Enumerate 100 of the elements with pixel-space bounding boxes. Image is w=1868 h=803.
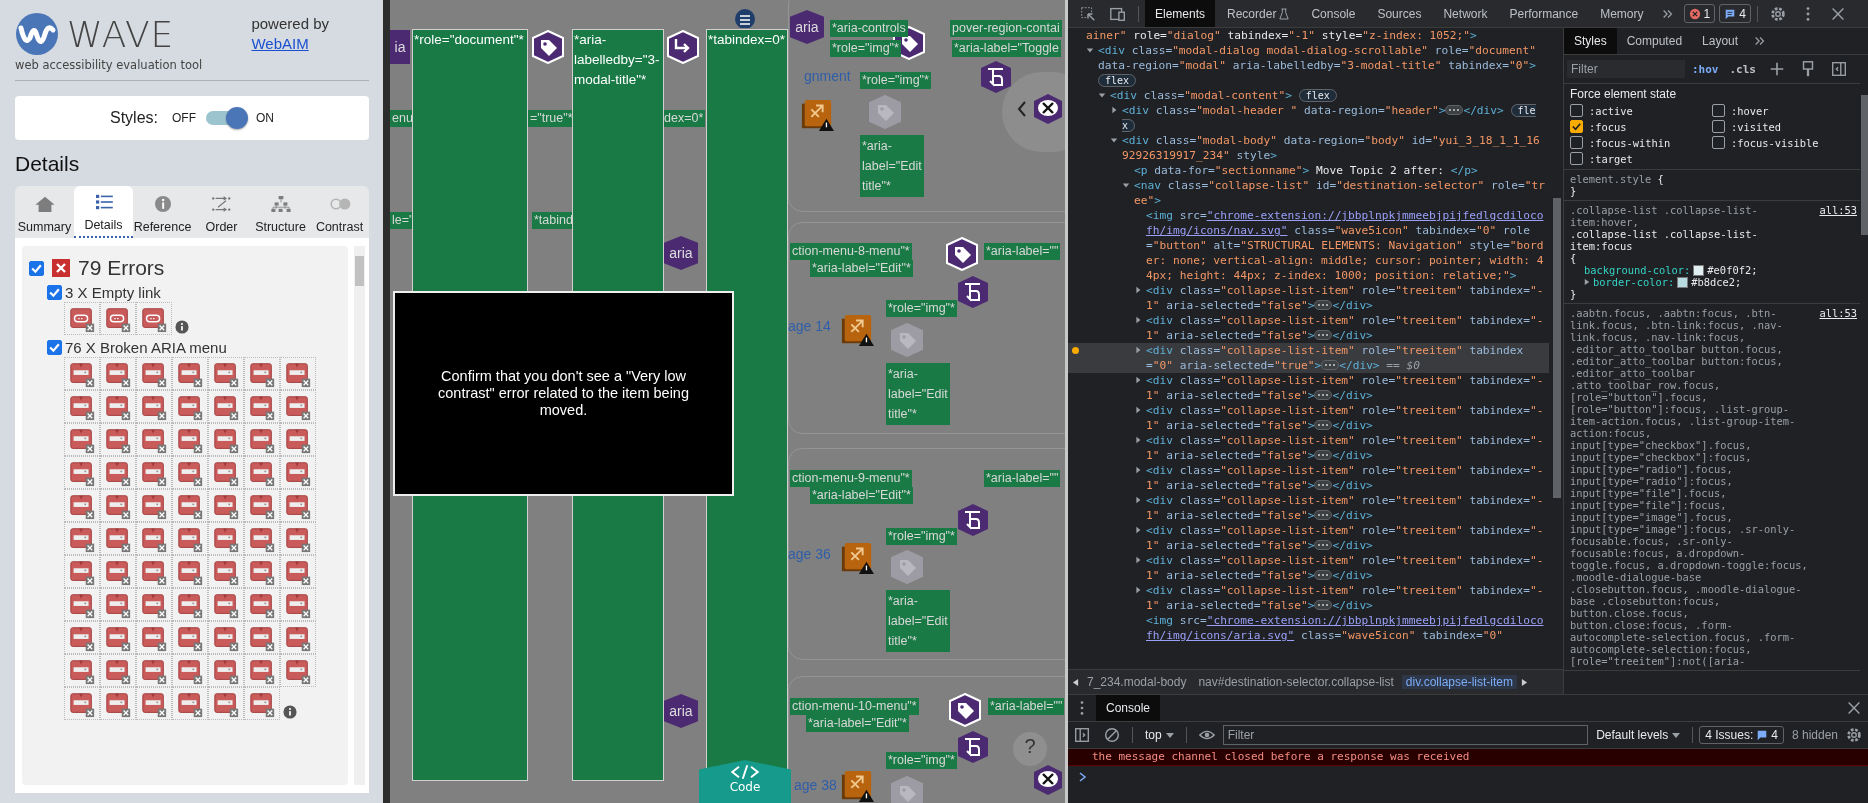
- aria-attribute-label: *role="img"*: [886, 528, 957, 545]
- styles-tab[interactable]: Styles: [1564, 28, 1617, 54]
- dom-node[interactable]: <div class="collapse-list-item" role="treeitem" tabindex="-1" aria-selected="false"> </div>: [1068, 583, 1549, 613]
- levels-dropdown[interactable]: Default levels: [1590, 727, 1687, 743]
- devtools-tab[interactable]: Elements: [1145, 0, 1216, 27]
- help-button[interactable]: ?: [1013, 732, 1047, 766]
- devtools-tab[interactable]: Network: [1433, 0, 1498, 27]
- panel-tab[interactable]: Reference: [133, 186, 192, 238]
- dom-node[interactable]: <div class="collapse-list-item" role="treeitem" tabindex="-1" aria-selected="false"> </div>: [1068, 463, 1549, 493]
- powered-by-text: powered by: [251, 14, 329, 34]
- error-count-heading: 79 Errors: [78, 256, 165, 280]
- aria-attribute-label: dex=0*: [662, 110, 706, 127]
- aria-attribute-label: *role="img"*: [886, 300, 957, 317]
- state-label: :hover: [1731, 104, 1769, 117]
- filter-field[interactable]: Filter: [1567, 60, 1685, 78]
- aria-attribute-label: *aria-label="Edit title"*: [886, 363, 950, 425]
- panel-tab[interactable]: Summary: [15, 186, 74, 238]
- webaim-link[interactable]: WebAIM: [251, 34, 329, 54]
- dom-node[interactable]: <p data-for="sectionname"> Move Topic 2 after: </p>: [1068, 163, 1549, 178]
- css-property: border-color:: [1593, 276, 1675, 288]
- aria-attribute-label: *aria-labelledby="3-modal-title"*: [573, 31, 661, 89]
- aria-attribute-label: *tabindex=0*: [707, 31, 786, 49]
- aria-badge[interactable]: aria: [664, 236, 698, 270]
- brace: {: [1570, 252, 1577, 264]
- devtools-tab[interactable]: Performance: [1499, 0, 1589, 27]
- dom-node[interactable]: <div class="collapse-list-item" role="treeitem" tabindex="-1" aria-selected="false"> </div>: [1068, 553, 1549, 583]
- aria-attribute-label: *aria-label="Edit"*: [806, 715, 909, 732]
- panel-tab[interactable]: Details: [74, 186, 133, 238]
- hover-state-toggle[interactable]: :hov: [1688, 62, 1723, 76]
- aria-attribute-label: *aria-label="": [984, 243, 1061, 260]
- dom-node[interactable]: <div class="modal-body" data-region="body" id="yui_3_18_1_1_1692926319917_234" style>: [1068, 133, 1549, 163]
- aria-attribute-label: *aria-label="": [984, 470, 1061, 487]
- filter-field[interactable]: Filter: [1222, 725, 1589, 745]
- aria-badge[interactable]: aria: [664, 694, 698, 728]
- state-label: :focus: [1589, 120, 1627, 133]
- dom-node[interactable]: <div class="collapse-list-item" role="treeitem" tabindex="-1" aria-selected="false"> </div>: [1068, 493, 1549, 523]
- panel-tab[interactable]: Contrast: [310, 186, 369, 238]
- source-link[interactable]: all:53: [1819, 307, 1857, 319]
- on-label: ON: [256, 111, 274, 125]
- breadcrumb[interactable]: nav#destination-selector.collapse-list: [1194, 675, 1398, 689]
- aria-attribute-label: pover-region-contai: [950, 20, 1062, 37]
- state-label: :focus-visible: [1731, 136, 1819, 149]
- styles-tab[interactable]: Computed: [1616, 28, 1693, 54]
- off-label: OFF: [172, 111, 196, 125]
- aria-attribute-label: *role="img"*: [830, 40, 901, 57]
- devtools-tab[interactable]: Sources: [1367, 0, 1432, 27]
- brace: }: [1570, 288, 1577, 300]
- hidden-count: 8 hidden: [1791, 728, 1838, 742]
- devtools-tab[interactable]: Memory: [1590, 0, 1654, 27]
- css-selector: .aabtn.focus, .aabtn:focus, .btn-link.focus, .btn-link:focus, .nav-link.focus, .nav-link:focus, .editor_atto_toolbar button.focus, .editor_atto_toolbar button:focus, .editor_atto_toolbar .atto_toolbar_row.focus, [role="button"].focus, [role="button"]:focus, .list-group-item-action.focus, .list-group-item-action:focus, input[type="checkbox"].focus, input[type="checkbox"]:focus, input[type="radio"].focus, input[type="radio"]:focus, input[type="file"].focus, input[type="file"]:focus, input[type="image"].focus, input[type="image"]:focus, .sr-only-focusable.focus, .sr-only-focusable:focus, a.dropdown-toggle.focus, a.dropdown-toggle:focus, .moodle-dialogue-base .closebutton.focus, .moodle-dialogue-base .closebutton:focus, button.close.focus, button.close:focus, .form-autocomplete-selection.focus, .form-autocomplete-selection:focus, [role="treeitem"]:not([aria-: [1570, 307, 1809, 667]
- dom-node[interactable]: <div class="collapse-list-item" role="treeitem" tabindex="-1" aria-selected="false"> </div>: [1068, 433, 1549, 463]
- tagline: web accessibility evaluation tool: [15, 58, 204, 72]
- source-link[interactable]: all:53: [1819, 204, 1857, 216]
- issues-counter[interactable]: 4: [1719, 4, 1751, 23]
- aria-badge[interactable]: ia: [390, 30, 410, 64]
- css-selector: element.style: [1570, 173, 1652, 185]
- dom-node[interactable]: <div class="collapse-list-item" role="treeitem" tabindex="-1" aria-selected="false"> </div>: [1068, 523, 1549, 553]
- aria-badge[interactable]: aria: [790, 10, 824, 44]
- console-message: the message channel closed before a response was received: [1068, 749, 1868, 766]
- dom-node[interactable]: <img src="chrome-extension://jbbplnpkjmmeebjpijfedlgcdilocofh/img/icons/nav.svg" class="wave5icon" tabindex="0" role="button" alt="STRUCTURAL ELEMENTS: Navigation" style="border: none; vertical-align: middle; cursor: pointer; width: 44px; height: 44px; z-index: 1000; position: relative;">: [1068, 208, 1549, 283]
- breadcrumb[interactable]: 7_234.modal-body: [1083, 675, 1191, 689]
- panel-tab[interactable]: Structure: [251, 186, 310, 238]
- dom-node[interactable]: ainer" role="dialog" tabindex="-1" style="z-index: 1052;">: [1068, 28, 1549, 43]
- dom-node[interactable]: <nav class="collapse-list" id="destination-selector" role="tree">: [1068, 178, 1549, 208]
- css-property: background-color:: [1584, 264, 1691, 276]
- dom-node[interactable]: <div class="collapse-list-item" role="treeitem" tabindex="0" aria-selected="true"> </div> == $0: [1068, 343, 1549, 373]
- panel-tab[interactable]: Order: [192, 186, 251, 238]
- aria-attribute-label: ="true"*: [528, 110, 575, 127]
- css-value: #e0f0f2;: [1707, 264, 1758, 276]
- dom-node[interactable]: <div class="collapse-list-item" role="treeitem" tabindex="-1" aria-selected="false"> </div>: [1068, 283, 1549, 313]
- error-type-label: 3 X Empty link: [65, 284, 161, 301]
- css-selector: .collapse-list .collapse-list-item:hover,: [1570, 204, 1759, 228]
- css-value: #b8dce2;: [1691, 276, 1742, 288]
- dom-node[interactable]: <div class="collapse-list-item" role="treeitem" tabindex="-1" aria-selected="false"> </div>: [1068, 313, 1549, 343]
- dom-node[interactable]: <div class="modal-content"> flex: [1068, 88, 1549, 103]
- dom-node[interactable]: <div class="collapse-list-item" role="treeitem" tabindex="-1" aria-selected="false"> </div>: [1068, 373, 1549, 403]
- aria-attribute-label: *aria-label="Edit"*: [810, 487, 913, 504]
- dialog-message: Confirm that you don't see a "Very low contrast" error related to the item being moved.: [437, 368, 690, 419]
- console-tab[interactable]: Console: [1096, 695, 1161, 721]
- brace: {: [1657, 173, 1664, 185]
- devtools-tab[interactable]: Console: [1301, 0, 1366, 27]
- error-counter[interactable]: 1: [1683, 4, 1716, 23]
- aria-attribute-label: *aria-controls: [830, 20, 908, 37]
- styles-label: Styles:: [110, 109, 158, 127]
- state-label: :visited: [1731, 120, 1782, 133]
- aria-attribute-label: *aria-label="": [988, 698, 1065, 715]
- issues-button[interactable]: 4 Issues: 4: [1699, 726, 1784, 744]
- styles-tab[interactable]: Layout: [1692, 28, 1749, 54]
- breadcrumb[interactable]: div.collapse-list-item: [1401, 675, 1517, 689]
- state-label: :focus-within: [1589, 136, 1671, 149]
- dom-node[interactable]: <div class="collapse-list-item" role="treeitem" tabindex="-1" aria-selected="false"> </div>: [1068, 403, 1549, 433]
- aria-attribute-label: *aria-label="Edit"*: [810, 260, 913, 277]
- logo-wordmark: WAVE: [67, 13, 175, 55]
- dom-node[interactable]: <img src="chrome-extension://jbbplnpkjmmeebjpijfedlgcdilocofh/img/icons/aria.svg" class="wave5icon" tabindex="0": [1068, 613, 1549, 643]
- context-dropdown[interactable]: top: [1139, 727, 1180, 743]
- aria-attribute-label: *role="img"*: [886, 752, 957, 769]
- class-toggle[interactable]: .cls: [1725, 62, 1760, 76]
- aria-attribute-label: *tabind: [532, 212, 575, 229]
- devtools-tab[interactable]: Recorder: [1217, 0, 1300, 27]
- state-label: :target: [1589, 152, 1633, 165]
